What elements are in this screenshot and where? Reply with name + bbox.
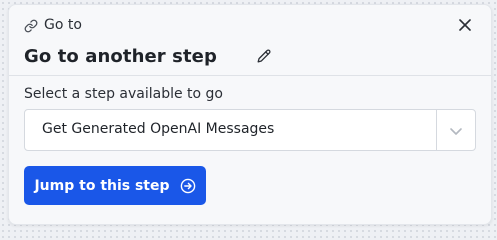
jump-to-step-button[interactable]: Jump to this step [24, 166, 206, 205]
step-select-value: Get Generated OpenAI Messages [42, 121, 275, 137]
go-to-step-panel: Go to Go to another step Select a step a… [8, 4, 492, 225]
step-type-crumb: Go to [24, 15, 82, 35]
close-button[interactable] [455, 15, 475, 35]
arrow-right-circle-icon [180, 178, 195, 193]
edit-title-button[interactable] [255, 47, 273, 65]
chevron-down-icon[interactable] [448, 123, 464, 139]
panel-header: Go to Go to another step [9, 5, 491, 76]
pencil-icon [257, 49, 271, 63]
step-type-label: Go to [44, 17, 82, 33]
step-select[interactable]: Get Generated OpenAI Messages [24, 109, 476, 151]
title-row: Go to another step [24, 43, 273, 69]
step-title[interactable]: Go to another step [24, 46, 217, 67]
step-select-label: Select a step available to go [24, 86, 224, 102]
link-icon [24, 18, 38, 33]
select-divider [436, 110, 437, 150]
jump-to-step-label: Jump to this step [34, 177, 170, 194]
close-icon [459, 19, 471, 31]
